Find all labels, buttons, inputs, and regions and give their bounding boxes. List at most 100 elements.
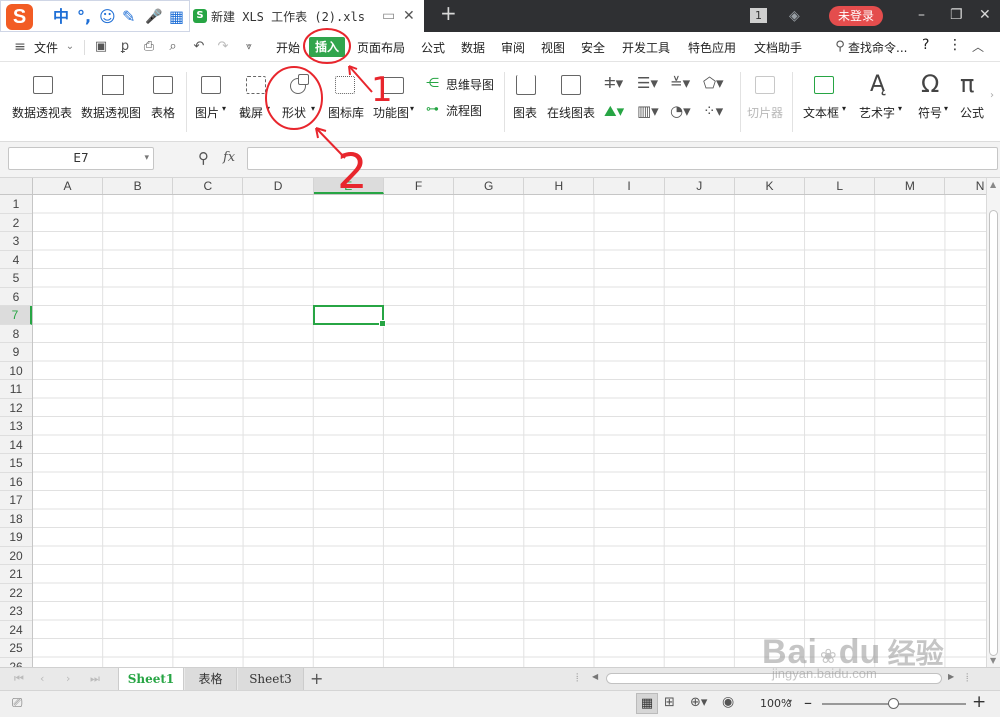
slicer-button[interactable]: 切片器 bbox=[745, 62, 785, 142]
scroll-up-icon[interactable]: ▲ bbox=[990, 180, 996, 189]
sheet-tab-sheet3[interactable]: Sheet3 bbox=[238, 668, 304, 690]
radar-chart-icon[interactable]: ⬠▾ bbox=[703, 74, 724, 92]
row-header-26[interactable]: 26 bbox=[0, 658, 32, 668]
eye-protection-icon[interactable]: ◉ bbox=[722, 694, 734, 710]
zoom-level[interactable]: 100% bbox=[760, 697, 791, 710]
minimize-button[interactable]: – bbox=[918, 7, 925, 23]
tab-formula[interactable]: 公式 bbox=[421, 39, 445, 56]
bar-chart-h-icon[interactable]: ☰▾ bbox=[637, 74, 658, 92]
search-icon[interactable]: ⚲ bbox=[833, 40, 847, 54]
tab-security[interactable]: 安全 bbox=[581, 39, 605, 56]
row-header-10[interactable]: 10 bbox=[0, 362, 32, 380]
zoom-in-button[interactable]: + bbox=[972, 692, 986, 712]
tab-data[interactable]: 数据 bbox=[461, 39, 485, 56]
icon-library-button[interactable]: 图标库 bbox=[326, 62, 364, 142]
scroll-down-icon[interactable]: ▼ bbox=[990, 656, 996, 665]
document-tab[interactable]: S 新建 XLS 工作表 (2).xls ▭ ✕ bbox=[190, 0, 424, 32]
chevron-down-icon[interactable]: ⌄ bbox=[63, 40, 77, 54]
page-break-view-icon[interactable]: ⊞ bbox=[664, 695, 675, 710]
column-header-b[interactable]: B bbox=[103, 178, 174, 194]
column-header-k[interactable]: K bbox=[735, 178, 805, 194]
ime-handwrite-icon[interactable]: ✎ bbox=[122, 7, 135, 27]
row-header-17[interactable]: 17 bbox=[0, 491, 32, 510]
row-header-8[interactable]: 8 bbox=[0, 325, 32, 343]
ime-punctuation[interactable]: °, bbox=[77, 7, 91, 27]
add-sheet-button[interactable]: + bbox=[310, 669, 323, 688]
row-header-11[interactable]: 11 bbox=[0, 380, 32, 399]
chevron-down-icon[interactable]: ▾ bbox=[144, 148, 149, 169]
select-all-corner[interactable] bbox=[0, 178, 33, 194]
row-header-5[interactable]: 5 bbox=[0, 269, 32, 288]
format-painter-icon[interactable]: ꝑ bbox=[118, 40, 132, 54]
sheet-tab-sheet1[interactable]: Sheet1 bbox=[118, 668, 184, 690]
row-header-16[interactable]: 16 bbox=[0, 473, 32, 491]
row-header-15[interactable]: 15 bbox=[0, 454, 32, 473]
column-header-d[interactable]: D bbox=[244, 178, 314, 194]
search-command[interactable]: 查找命令... bbox=[848, 39, 907, 56]
row-header-9[interactable]: 9 bbox=[0, 343, 32, 362]
pivot-table-button[interactable]: 数据透视表 bbox=[8, 62, 76, 142]
zoom-slider-thumb[interactable] bbox=[888, 698, 899, 709]
wordart-button[interactable]: Ą 艺术字 ▾ bbox=[856, 62, 906, 142]
ime-chinese-mode[interactable]: 中 bbox=[53, 7, 69, 27]
tab-features[interactable]: 特色应用 bbox=[688, 39, 736, 56]
print-preview-icon[interactable]: ⌕ bbox=[166, 40, 180, 54]
area-chart-icon[interactable]: ⛰▾ bbox=[604, 102, 624, 120]
sogou-logo-icon[interactable]: S bbox=[6, 4, 33, 30]
restore-button[interactable]: ❐ bbox=[950, 7, 963, 23]
screenshot-button[interactable]: 截屏 ▾ bbox=[236, 62, 276, 142]
vertical-scrollbar[interactable]: ▲ ▼ bbox=[986, 178, 1000, 667]
row-header-25[interactable]: 25 bbox=[0, 639, 32, 658]
stat-chart-icon[interactable]: ▥▾ bbox=[637, 102, 659, 120]
scroll-left-icon[interactable]: ◀ bbox=[592, 672, 598, 681]
fx-icon[interactable]: fx bbox=[223, 150, 235, 165]
normal-view-icon[interactable]: ▦ bbox=[636, 693, 658, 714]
hamburger-icon[interactable]: ≡ bbox=[13, 40, 27, 54]
mind-map-button[interactable]: ⋲ 思维导图 bbox=[426, 74, 498, 94]
row-header-18[interactable]: 18 bbox=[0, 510, 32, 528]
column-header-e[interactable]: E bbox=[313, 178, 384, 194]
save-icon[interactable]: ▣ bbox=[94, 40, 108, 54]
ribbon-scroll-right-icon[interactable]: › bbox=[990, 90, 994, 101]
row-header-19[interactable]: 19 bbox=[0, 528, 32, 547]
column-header-m[interactable]: M bbox=[875, 178, 946, 194]
first-sheet-icon[interactable]: ⏮ bbox=[14, 672, 24, 686]
close-window-button[interactable]: ✕ bbox=[979, 7, 991, 23]
reading-layout-icon[interactable]: ⊕▾ bbox=[690, 695, 707, 710]
row-header-14[interactable]: 14 bbox=[0, 436, 32, 454]
symbol-button[interactable]: Ω 符号 ▾ bbox=[912, 62, 952, 142]
row-header-4[interactable]: 4 bbox=[0, 251, 32, 269]
row-header-1[interactable]: 1 bbox=[0, 195, 32, 214]
tab-developer[interactable]: 开发工具 bbox=[622, 39, 670, 56]
cell-grid[interactable] bbox=[33, 195, 986, 667]
textbox-button[interactable]: 文本框 ▾ bbox=[800, 62, 850, 142]
row-header-3[interactable]: 3 bbox=[0, 232, 32, 251]
column-header-h[interactable]: H bbox=[524, 178, 595, 194]
pivot-chart-button[interactable]: 数据透视图 bbox=[80, 62, 148, 142]
row-header-24[interactable]: 24 bbox=[0, 621, 32, 639]
prev-sheet-icon[interactable]: ‹ bbox=[40, 672, 44, 685]
column-header-g[interactable]: G bbox=[454, 178, 525, 194]
next-sheet-icon[interactable]: › bbox=[66, 672, 70, 685]
login-button[interactable]: 未登录 bbox=[829, 6, 883, 26]
quick-access-dropdown-icon[interactable]: ⩔ bbox=[242, 40, 256, 54]
collapse-ribbon-icon[interactable]: ︿ bbox=[971, 40, 985, 54]
row-header-12[interactable]: 12 bbox=[0, 399, 32, 417]
split-handle-icon[interactable]: ⦙ bbox=[966, 671, 968, 685]
formula-input[interactable] bbox=[247, 147, 998, 170]
scroll-right-icon[interactable]: ▶ bbox=[948, 672, 954, 681]
row-header-21[interactable]: 21 bbox=[0, 565, 32, 584]
row-header-7[interactable]: 7 bbox=[0, 306, 32, 325]
ime-voice-icon[interactable]: 🎤 bbox=[145, 7, 162, 27]
tab-review[interactable]: 审阅 bbox=[501, 39, 525, 56]
last-sheet-icon[interactable]: ⏭ bbox=[90, 672, 100, 686]
row-header-23[interactable]: 23 bbox=[0, 602, 32, 621]
function-chart-button[interactable]: 功能图 ▾ bbox=[370, 62, 418, 142]
zoom-dropdown-icon[interactable]: ▾ bbox=[788, 697, 792, 706]
column-header-l[interactable]: L bbox=[805, 178, 876, 194]
split-handle-icon[interactable]: ⦙ bbox=[576, 671, 578, 685]
column-header-i[interactable]: I bbox=[595, 178, 665, 194]
sheet-tab-table[interactable]: 表格 bbox=[185, 668, 237, 690]
window-count-badge[interactable]: 1 bbox=[750, 8, 767, 23]
macro-record-icon[interactable]: ⎚ bbox=[12, 696, 22, 711]
